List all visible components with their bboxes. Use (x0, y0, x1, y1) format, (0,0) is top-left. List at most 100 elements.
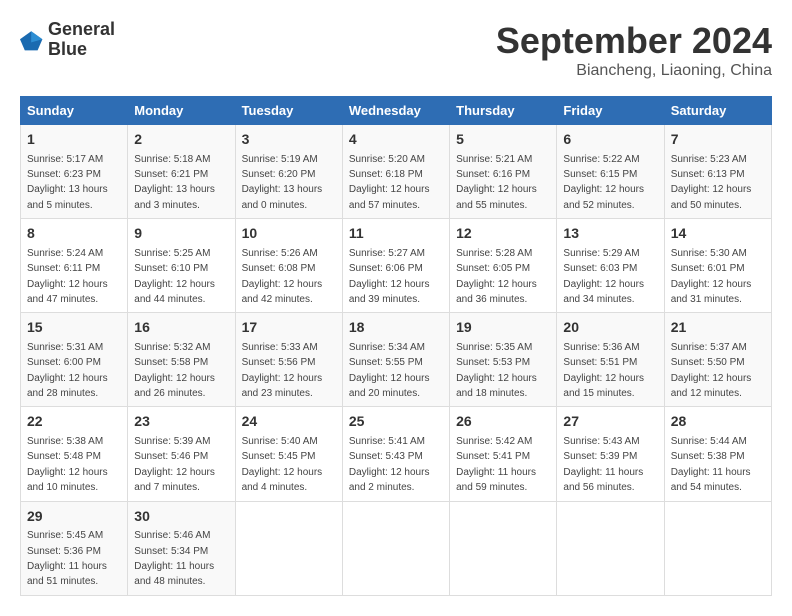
table-row: 6 Sunrise: 5:22 AM Sunset: 6:15 PM Dayli… (557, 125, 664, 219)
day-info: Sunrise: 5:32 AM Sunset: 5:58 PM Dayligh… (134, 342, 215, 399)
day-number: 12 (456, 224, 550, 244)
day-info: Sunrise: 5:20 AM Sunset: 6:18 PM Dayligh… (349, 154, 430, 211)
table-row: 29 Sunrise: 5:45 AM Sunset: 5:36 PM Dayl… (21, 501, 128, 595)
day-number: 22 (27, 412, 121, 432)
day-number: 25 (349, 412, 443, 432)
day-number: 1 (27, 130, 121, 150)
day-number: 17 (242, 318, 336, 338)
col-tuesday: Tuesday (235, 97, 342, 125)
table-row: 4 Sunrise: 5:20 AM Sunset: 6:18 PM Dayli… (342, 125, 449, 219)
logo: General Blue (20, 20, 115, 60)
table-row: 5 Sunrise: 5:21 AM Sunset: 6:16 PM Dayli… (450, 125, 557, 219)
calendar-week-row: 22 Sunrise: 5:38 AM Sunset: 5:48 PM Dayl… (21, 407, 772, 501)
table-row: 10 Sunrise: 5:26 AM Sunset: 6:08 PM Dayl… (235, 219, 342, 313)
day-number: 26 (456, 412, 550, 432)
table-row: 7 Sunrise: 5:23 AM Sunset: 6:13 PM Dayli… (664, 125, 771, 219)
day-number: 3 (242, 130, 336, 150)
table-row: 12 Sunrise: 5:28 AM Sunset: 6:05 PM Dayl… (450, 219, 557, 313)
table-row: 24 Sunrise: 5:40 AM Sunset: 5:45 PM Dayl… (235, 407, 342, 501)
day-number: 5 (456, 130, 550, 150)
table-row (235, 501, 342, 595)
logo-icon (20, 28, 44, 52)
day-number: 23 (134, 412, 228, 432)
day-info: Sunrise: 5:17 AM Sunset: 6:23 PM Dayligh… (27, 154, 108, 211)
table-row: 19 Sunrise: 5:35 AM Sunset: 5:53 PM Dayl… (450, 313, 557, 407)
day-info: Sunrise: 5:40 AM Sunset: 5:45 PM Dayligh… (242, 436, 323, 493)
day-info: Sunrise: 5:18 AM Sunset: 6:21 PM Dayligh… (134, 154, 215, 211)
table-row: 14 Sunrise: 5:30 AM Sunset: 6:01 PM Dayl… (664, 219, 771, 313)
day-info: Sunrise: 5:30 AM Sunset: 6:01 PM Dayligh… (671, 248, 752, 305)
table-row: 30 Sunrise: 5:46 AM Sunset: 5:34 PM Dayl… (128, 501, 235, 595)
table-row: 2 Sunrise: 5:18 AM Sunset: 6:21 PM Dayli… (128, 125, 235, 219)
table-row: 1 Sunrise: 5:17 AM Sunset: 6:23 PM Dayli… (21, 125, 128, 219)
table-row: 23 Sunrise: 5:39 AM Sunset: 5:46 PM Dayl… (128, 407, 235, 501)
day-number: 28 (671, 412, 765, 432)
day-number: 10 (242, 224, 336, 244)
day-number: 24 (242, 412, 336, 432)
day-info: Sunrise: 5:19 AM Sunset: 6:20 PM Dayligh… (242, 154, 323, 211)
day-info: Sunrise: 5:36 AM Sunset: 5:51 PM Dayligh… (563, 342, 644, 399)
col-sunday: Sunday (21, 97, 128, 125)
table-row: 11 Sunrise: 5:27 AM Sunset: 6:06 PM Dayl… (342, 219, 449, 313)
day-number: 6 (563, 130, 657, 150)
table-row: 9 Sunrise: 5:25 AM Sunset: 6:10 PM Dayli… (128, 219, 235, 313)
calendar-week-row: 29 Sunrise: 5:45 AM Sunset: 5:36 PM Dayl… (21, 501, 772, 595)
day-number: 14 (671, 224, 765, 244)
day-info: Sunrise: 5:22 AM Sunset: 6:15 PM Dayligh… (563, 154, 644, 211)
day-number: 8 (27, 224, 121, 244)
day-info: Sunrise: 5:34 AM Sunset: 5:55 PM Dayligh… (349, 342, 430, 399)
day-info: Sunrise: 5:28 AM Sunset: 6:05 PM Dayligh… (456, 248, 537, 305)
day-number: 7 (671, 130, 765, 150)
table-row: 26 Sunrise: 5:42 AM Sunset: 5:41 PM Dayl… (450, 407, 557, 501)
table-row: 13 Sunrise: 5:29 AM Sunset: 6:03 PM Dayl… (557, 219, 664, 313)
day-info: Sunrise: 5:27 AM Sunset: 6:06 PM Dayligh… (349, 248, 430, 305)
col-wednesday: Wednesday (342, 97, 449, 125)
table-row (342, 501, 449, 595)
table-row (664, 501, 771, 595)
day-info: Sunrise: 5:44 AM Sunset: 5:38 PM Dayligh… (671, 436, 751, 493)
month-title: September 2024 (496, 20, 772, 62)
day-number: 27 (563, 412, 657, 432)
day-number: 21 (671, 318, 765, 338)
table-row (450, 501, 557, 595)
col-monday: Monday (128, 97, 235, 125)
calendar-week-row: 15 Sunrise: 5:31 AM Sunset: 6:00 PM Dayl… (21, 313, 772, 407)
day-info: Sunrise: 5:42 AM Sunset: 5:41 PM Dayligh… (456, 436, 536, 493)
day-info: Sunrise: 5:33 AM Sunset: 5:56 PM Dayligh… (242, 342, 323, 399)
table-row: 22 Sunrise: 5:38 AM Sunset: 5:48 PM Dayl… (21, 407, 128, 501)
day-info: Sunrise: 5:31 AM Sunset: 6:00 PM Dayligh… (27, 342, 108, 399)
col-thursday: Thursday (450, 97, 557, 125)
day-number: 20 (563, 318, 657, 338)
title-block: September 2024 Biancheng, Liaoning, Chin… (496, 20, 772, 80)
day-number: 19 (456, 318, 550, 338)
day-info: Sunrise: 5:39 AM Sunset: 5:46 PM Dayligh… (134, 436, 215, 493)
day-number: 4 (349, 130, 443, 150)
table-row: 15 Sunrise: 5:31 AM Sunset: 6:00 PM Dayl… (21, 313, 128, 407)
table-row: 8 Sunrise: 5:24 AM Sunset: 6:11 PM Dayli… (21, 219, 128, 313)
table-row: 25 Sunrise: 5:41 AM Sunset: 5:43 PM Dayl… (342, 407, 449, 501)
calendar-week-row: 1 Sunrise: 5:17 AM Sunset: 6:23 PM Dayli… (21, 125, 772, 219)
day-info: Sunrise: 5:46 AM Sunset: 5:34 PM Dayligh… (134, 530, 214, 587)
day-number: 13 (563, 224, 657, 244)
page-header: General Blue September 2024 Biancheng, L… (20, 20, 772, 80)
table-row: 28 Sunrise: 5:44 AM Sunset: 5:38 PM Dayl… (664, 407, 771, 501)
day-info: Sunrise: 5:38 AM Sunset: 5:48 PM Dayligh… (27, 436, 108, 493)
day-number: 16 (134, 318, 228, 338)
day-number: 15 (27, 318, 121, 338)
day-info: Sunrise: 5:26 AM Sunset: 6:08 PM Dayligh… (242, 248, 323, 305)
table-row: 3 Sunrise: 5:19 AM Sunset: 6:20 PM Dayli… (235, 125, 342, 219)
day-number: 18 (349, 318, 443, 338)
col-friday: Friday (557, 97, 664, 125)
calendar-header-row: Sunday Monday Tuesday Wednesday Thursday… (21, 97, 772, 125)
day-info: Sunrise: 5:37 AM Sunset: 5:50 PM Dayligh… (671, 342, 752, 399)
day-number: 2 (134, 130, 228, 150)
day-info: Sunrise: 5:21 AM Sunset: 6:16 PM Dayligh… (456, 154, 537, 211)
table-row: 27 Sunrise: 5:43 AM Sunset: 5:39 PM Dayl… (557, 407, 664, 501)
table-row: 18 Sunrise: 5:34 AM Sunset: 5:55 PM Dayl… (342, 313, 449, 407)
day-info: Sunrise: 5:35 AM Sunset: 5:53 PM Dayligh… (456, 342, 537, 399)
day-info: Sunrise: 5:24 AM Sunset: 6:11 PM Dayligh… (27, 248, 108, 305)
day-number: 29 (27, 507, 121, 527)
day-number: 30 (134, 507, 228, 527)
day-info: Sunrise: 5:25 AM Sunset: 6:10 PM Dayligh… (134, 248, 215, 305)
calendar-table: Sunday Monday Tuesday Wednesday Thursday… (20, 96, 772, 596)
